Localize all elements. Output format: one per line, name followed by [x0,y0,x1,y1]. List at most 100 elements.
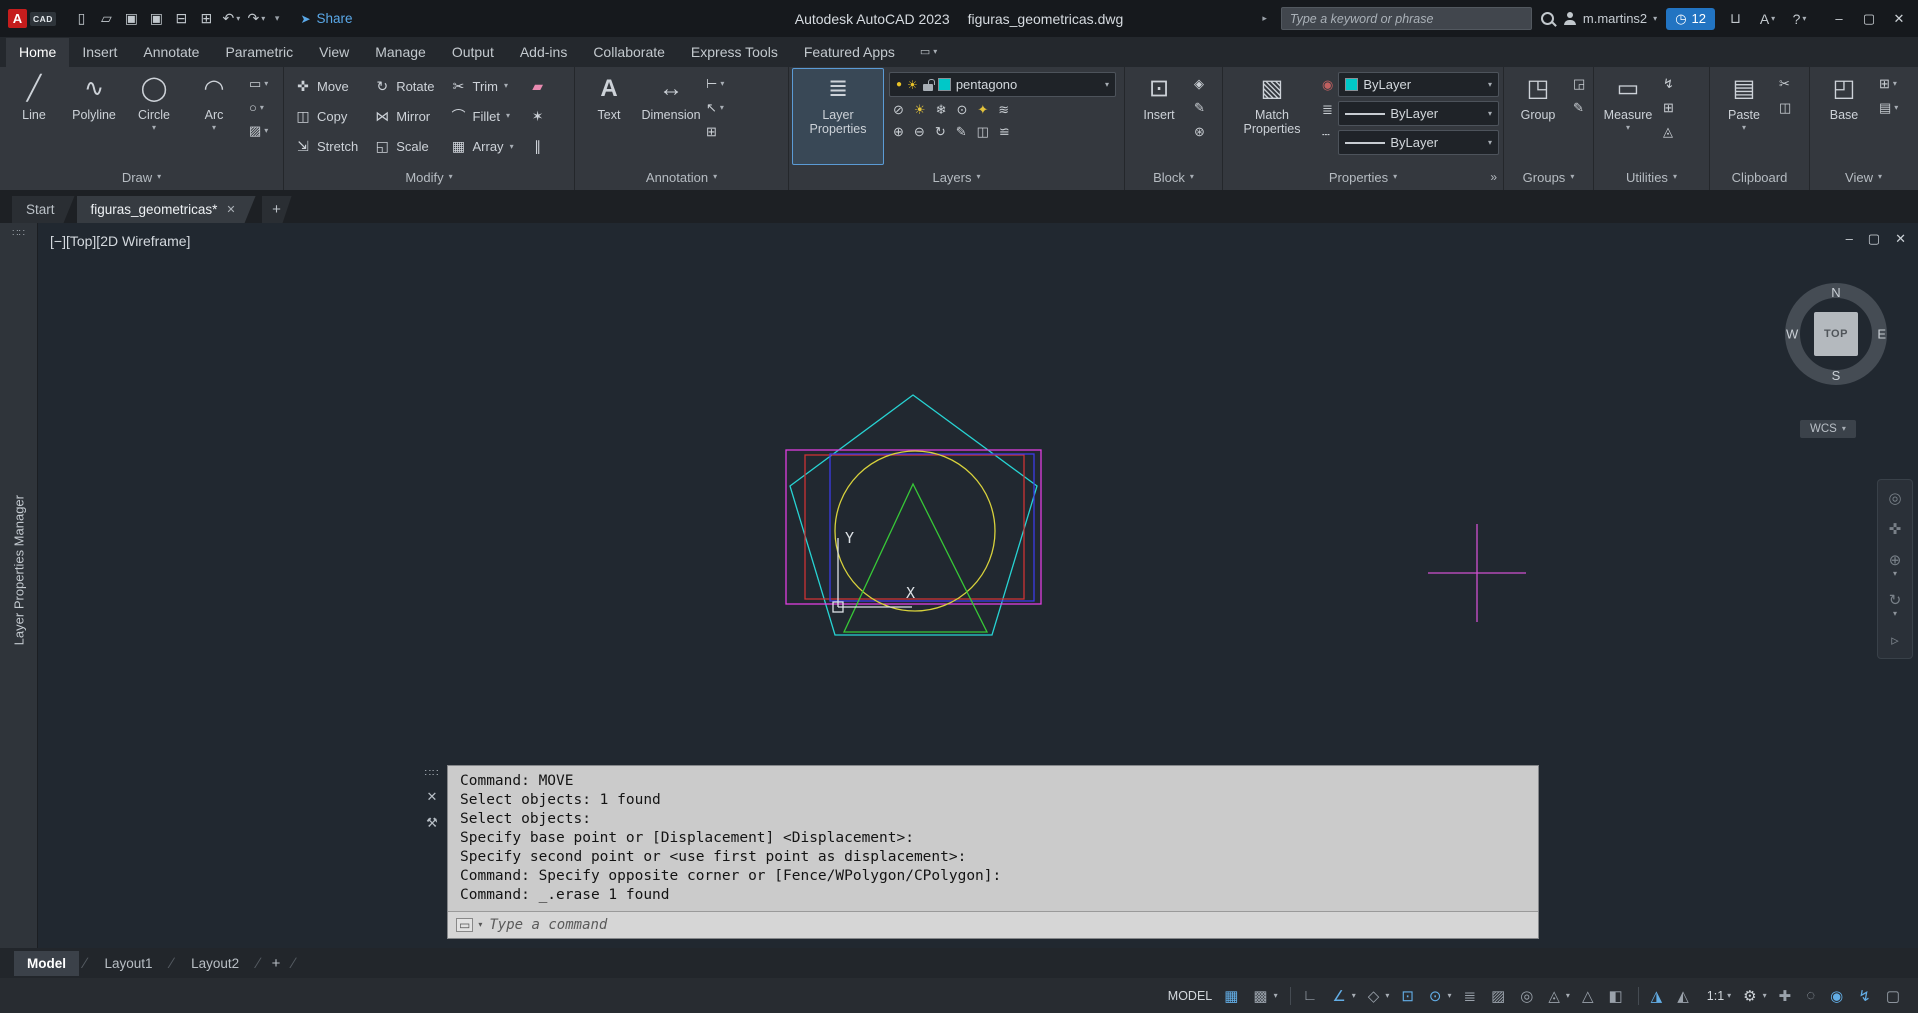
cut-button[interactable]: ✂ [1776,76,1794,92]
fillet-button[interactable]: ⌒Fillet▾ [444,101,521,131]
model-tab[interactable]: Model [14,951,79,976]
layer-merge-button[interactable]: ◫ [977,124,989,140]
layer-properties-button[interactable]: ≣Layer Properties [793,69,883,164]
search-expand-icon[interactable]: ▸ [1257,13,1272,24]
layer-dropdown[interactable]: ● ☀ pentagono ▾ [889,72,1116,97]
save-as-button[interactable]: ▣ [145,7,168,31]
open-file-button[interactable]: ▱ [95,7,118,31]
layer-properties-palette-bar[interactable]: ∷∷ Layer Properties Manager [0,223,38,948]
save-button[interactable]: ▣ [120,7,143,31]
manage-attributes-button[interactable]: ⊛ [1191,124,1208,140]
quick-select-button[interactable]: ↯ [1660,76,1677,92]
viewport-restore-button[interactable]: ▢ [1868,231,1880,247]
search-input[interactable] [1281,7,1532,30]
command-window-close-button[interactable]: ✕ [427,789,438,805]
ucs-x-label[interactable]: X [906,584,915,602]
grid-display-toggle[interactable]: ▦ [1219,983,1246,1009]
ellipse-button[interactable]: ○▾ [246,100,271,115]
tab-annotate[interactable]: Annotate [130,38,212,67]
leader-button[interactable]: ↖▾ [703,100,727,116]
isodraft-toggle[interactable]: ◇▾ [1363,983,1395,1009]
panel-label-properties[interactable]: Properties▾» [1223,164,1503,190]
graphics-performance-button[interactable]: ↯ [1853,983,1879,1009]
tab-add-ins[interactable]: Add-ins [507,38,580,67]
tab-express-tools[interactable]: Express Tools [678,38,791,67]
polar-tracking-toggle[interactable]: ∠▾ [1327,983,1360,1009]
move-button[interactable]: ✜Move [288,71,365,101]
layer-walk-button[interactable]: ≌ [999,124,1010,140]
tab-featured-apps[interactable]: Featured Apps [791,38,908,67]
redo-button[interactable]: ↷▾ [245,7,268,31]
linear-dimension-button[interactable]: ⊢▾ [703,76,727,92]
copy-clip-button[interactable]: ◫ [1776,100,1794,116]
ucs-y-label[interactable]: Y [845,529,854,547]
layout2-tab[interactable]: Layout2 [178,951,252,976]
navigation-wheel-button[interactable]: ◎ [1888,489,1901,507]
close-tab-icon[interactable]: ✕ [226,203,235,216]
layer-match-button[interactable]: ≋ [998,102,1009,118]
panel-label-clipboard[interactable]: Clipboard [1710,164,1809,190]
help-menu[interactable]: ?▾ [1788,7,1811,31]
hatch-button[interactable]: ▨▾ [246,123,271,139]
measure-button[interactable]: ▭Measure▾ [1598,69,1658,164]
new-file-button[interactable]: ▯ [70,7,93,31]
trim-button[interactable]: ✂Trim▾ [444,71,521,101]
isolate-objects-button[interactable]: ◉ [1825,983,1851,1009]
viewcube-top-face[interactable]: TOP [1814,312,1858,356]
model-paper-toggle[interactable]: MODEL [1160,983,1217,1009]
ungroup-button[interactable]: ◲ [1570,76,1588,92]
layer-delete-button[interactable]: ⊖ [914,124,925,140]
qat-customize-button[interactable]: ▾ [270,13,285,24]
marketplace-menu[interactable]: A▾ [1756,7,1779,31]
line-button[interactable]: ╱Line [4,69,64,164]
triangle-green[interactable] [844,484,987,632]
viewcube-west[interactable]: W [1786,327,1798,342]
drawing-viewport[interactable]: XY [−][Top][2D Wireframe] – ▢ ✕ N S W E … [38,223,1918,948]
viewcube[interactable]: N S W E TOP [1780,278,1892,390]
command-window-grip[interactable]: ∷∷ [425,768,440,779]
orbit-button[interactable]: ↻▾ [1889,591,1902,618]
transparency-toggle[interactable]: ▨ [1486,983,1513,1009]
polyline-button[interactable]: ∿Polyline [64,69,124,164]
application-menu-button[interactable]: A CAD [8,9,56,28]
tab-collaborate[interactable]: Collaborate [580,38,678,67]
dynamic-ucs-toggle[interactable]: △ [1577,983,1602,1009]
drawing-tab[interactable]: figuras_geometricas*✕ [77,196,256,223]
command-input-row[interactable]: ▭ ▾ [448,911,1538,938]
panel-label-draw[interactable]: Draw▾ [0,164,283,190]
3d-object-snap-toggle[interactable]: ◬▾ [1543,983,1575,1009]
tab-home[interactable]: Home [6,38,69,67]
layout1-tab[interactable]: Layout1 [92,951,166,976]
scale-button[interactable]: ◱Scale [367,132,441,162]
tab-parametric[interactable]: Parametric [212,38,306,67]
create-block-button[interactable]: ✎ [1191,100,1208,116]
color-wheel-icon[interactable]: ◉ [1319,77,1336,93]
cart-button[interactable]: ⊔ [1724,7,1747,31]
layer-previous-button[interactable]: ↻ [935,124,946,140]
batch-plot-button[interactable]: ⊞ [195,7,218,31]
panel-label-utilities[interactable]: Utilities▾ [1594,164,1709,190]
match-properties-button[interactable]: ▧Match Properties [1227,69,1317,164]
search-icon[interactable] [1541,12,1554,25]
clean-screen-button[interactable]: ▢ [1881,983,1908,1009]
linetype-icon[interactable]: ┄ [1319,127,1336,143]
pan-button[interactable]: ✜ [1889,520,1902,538]
group-edit-button[interactable]: ✎ [1570,100,1588,116]
panel-label-layers[interactable]: Layers▾ [789,164,1124,190]
offset-button[interactable]: ∥ [523,132,559,162]
layer-freeze-button[interactable]: ❄ [936,102,947,118]
annotation-visibility-toggle[interactable]: ◮ [1646,983,1671,1009]
ribbon-display-toggle[interactable]: ▭▾ [920,45,937,67]
linetype-dropdown[interactable]: ByLayer ▾ [1338,130,1499,155]
close-button[interactable]: ✕ [1884,6,1914,32]
share-button[interactable]: ➤ Share [300,11,352,26]
properties-dialog-launcher-icon[interactable]: » [1490,170,1497,184]
dimension-button[interactable]: ↔Dimension [641,69,701,164]
zoom-button[interactable]: ⊕▾ [1889,551,1902,578]
ortho-mode-toggle[interactable]: ∟ [1298,983,1326,1009]
snap-mode-toggle[interactable]: ▩▾ [1248,983,1282,1009]
viewport-minimize-button[interactable]: – [1846,231,1853,247]
layer-thaw-button[interactable]: ☀ [914,102,926,118]
workspace-switching-menu[interactable]: ⚙▾ [1738,983,1771,1009]
new-drawing-tab-button[interactable]: + [262,196,292,223]
